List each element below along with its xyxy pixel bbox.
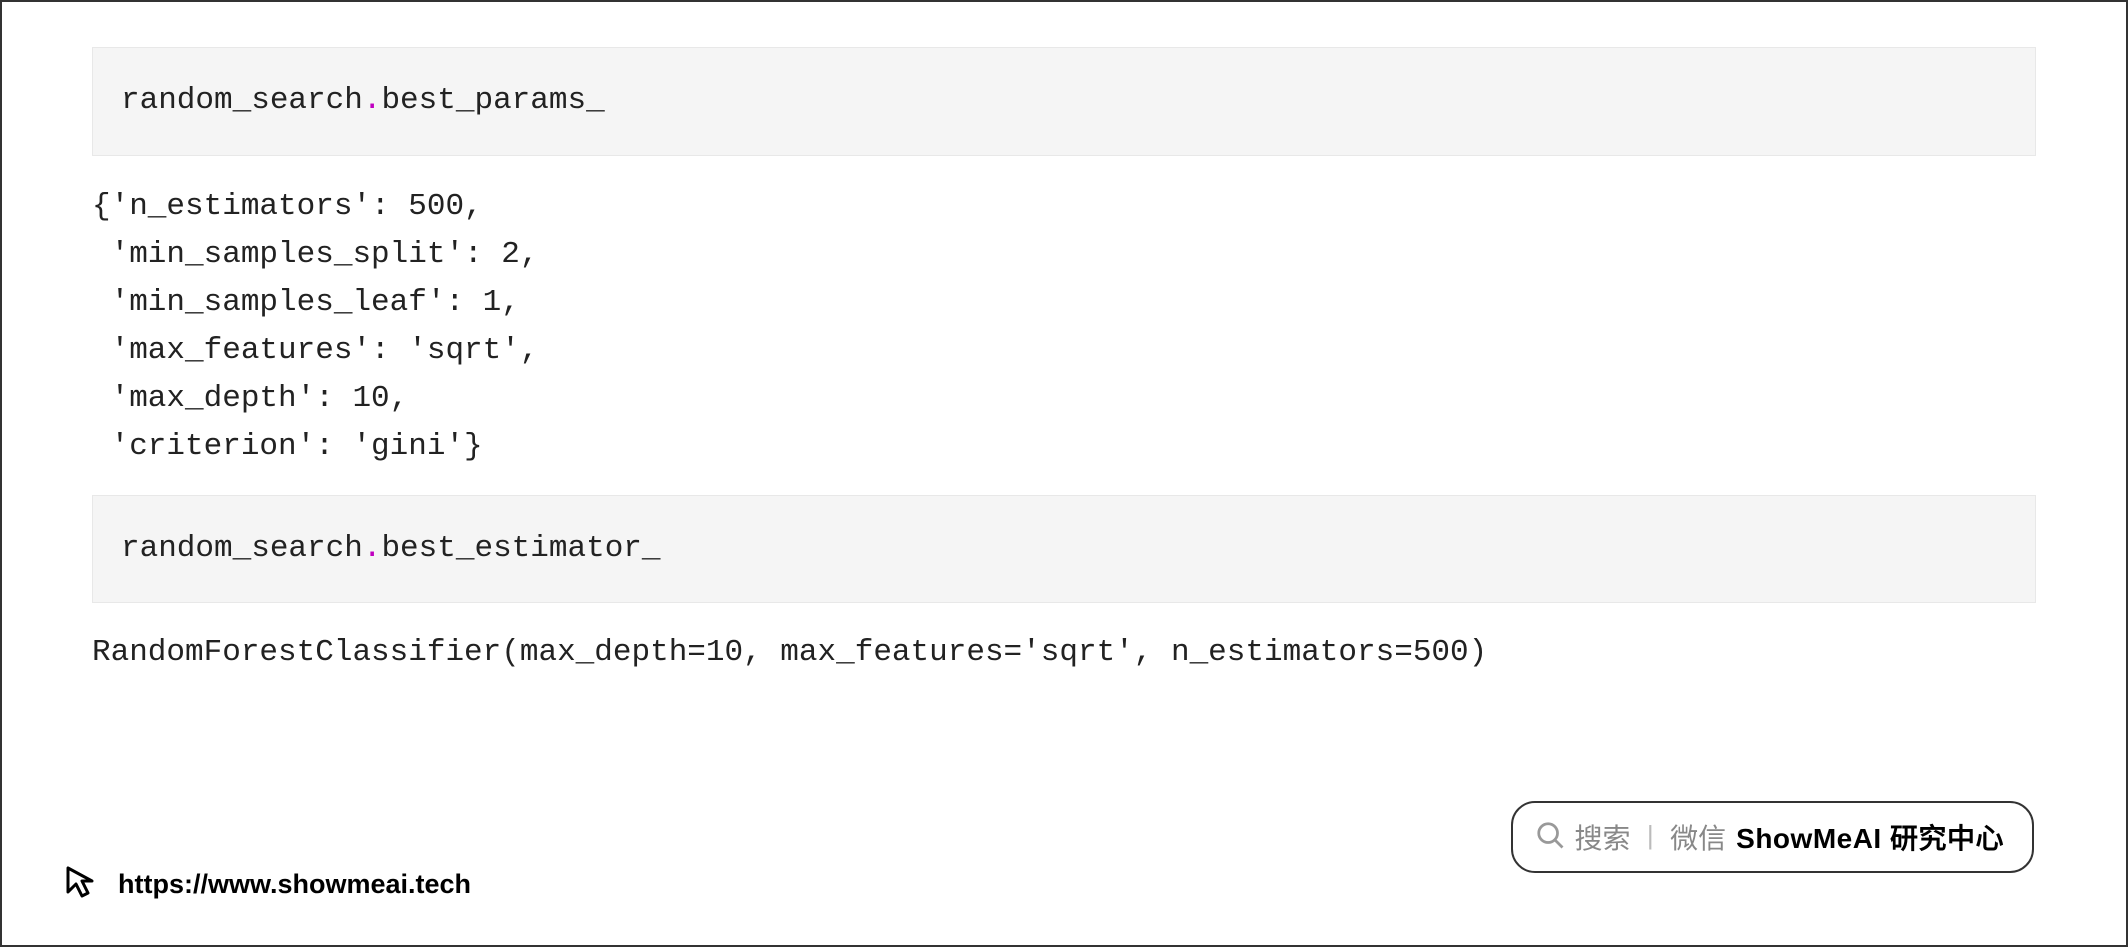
brand-label: ShowMeAI 研究中心 [1736, 817, 2004, 857]
footer-url: https://www.showmeai.tech [118, 869, 471, 900]
code-dot-2: . [363, 531, 382, 566]
code-prefix-1: random_search [121, 83, 363, 118]
code-suffix-1: best_params_ [381, 83, 604, 118]
cursor-icon [62, 862, 102, 907]
output-block-1: {'n_estimators': 500, 'min_samples_split… [92, 178, 2036, 495]
search-icon [1535, 820, 1565, 855]
divider: | [1641, 822, 1661, 852]
wechat-label: 微信 [1670, 817, 1726, 857]
output-block-2: RandomForestClassifier(max_depth=10, max… [92, 625, 2036, 700]
footer: https://www.showmeai.tech [62, 862, 471, 907]
code-cell-2[interactable]: random_search.best_estimator_ [92, 495, 2036, 604]
code-suffix-2: best_estimator_ [381, 531, 660, 566]
search-label: 搜索 [1575, 817, 1631, 857]
code-prefix-2: random_search [121, 531, 363, 566]
code-cell-1[interactable]: random_search.best_params_ [92, 47, 2036, 156]
search-badge[interactable]: 搜索 | 微信 ShowMeAI 研究中心 [1511, 801, 2034, 873]
code-dot-1: . [363, 83, 382, 118]
